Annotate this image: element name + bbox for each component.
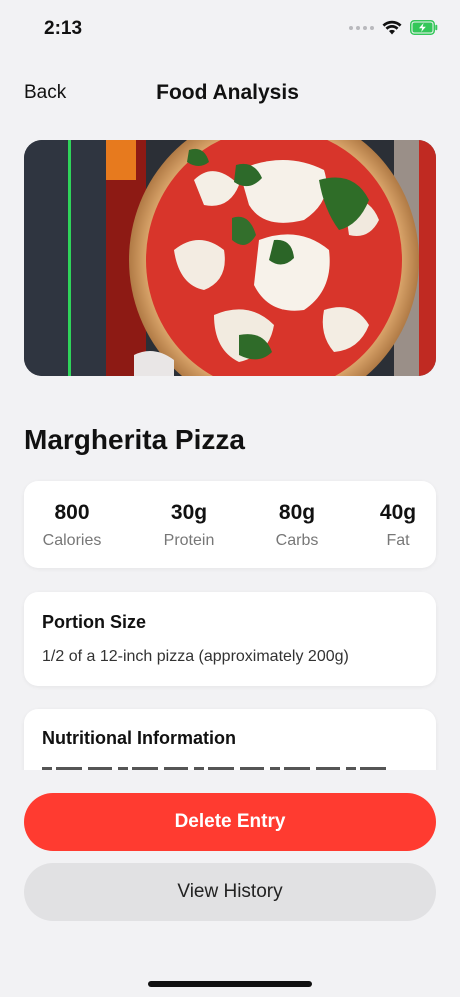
food-name: Margherita Pizza <box>24 424 245 455</box>
nav-bar: Back Food Analysis <box>0 70 460 116</box>
portion-text: 1/2 of a 12-inch pizza (approximately 20… <box>42 648 349 665</box>
status-bar: 2:13 <box>0 0 460 60</box>
food-photo <box>24 140 436 376</box>
status-time: 2:13 <box>44 18 83 39</box>
macro-value: 30g <box>170 501 208 524</box>
home-indicator[interactable] <box>148 981 312 987</box>
macro-value: 800 <box>54 501 90 524</box>
pizza-photo <box>24 140 436 376</box>
macro-value: 80g <box>278 501 316 524</box>
wifi-icon <box>382 20 402 35</box>
signal-dots-icon <box>349 25 374 30</box>
battery-charging-icon <box>410 20 438 35</box>
macro-label: Carbs <box>275 532 319 549</box>
view-history-button[interactable]: View History <box>24 863 436 921</box>
macro-value: 40g <box>379 501 417 524</box>
macro-label: Fat <box>386 532 410 549</box>
portion-card: Portion Size 1/2 of a 12-inch pizza (app… <box>24 592 436 686</box>
macro-carbs: 80g Carbs <box>249 481 345 568</box>
macro-label: Protein <box>163 532 215 549</box>
page-title: Food Analysis <box>156 81 299 104</box>
nutrition-title: Nutritional Information <box>42 728 236 748</box>
delete-entry-button[interactable]: Delete Entry <box>24 793 436 851</box>
macro-protein: 30g Protein <box>141 481 237 568</box>
macro-calories: 800 Calories <box>24 481 120 568</box>
status-icons <box>349 20 438 35</box>
macros-card: 800 Calories 30g Protein 80g Carbs 40g F… <box>24 481 436 568</box>
portion-title: Portion Size <box>42 612 147 632</box>
macro-fat: 40g Fat <box>350 481 446 568</box>
macro-label: Calories <box>42 532 102 549</box>
